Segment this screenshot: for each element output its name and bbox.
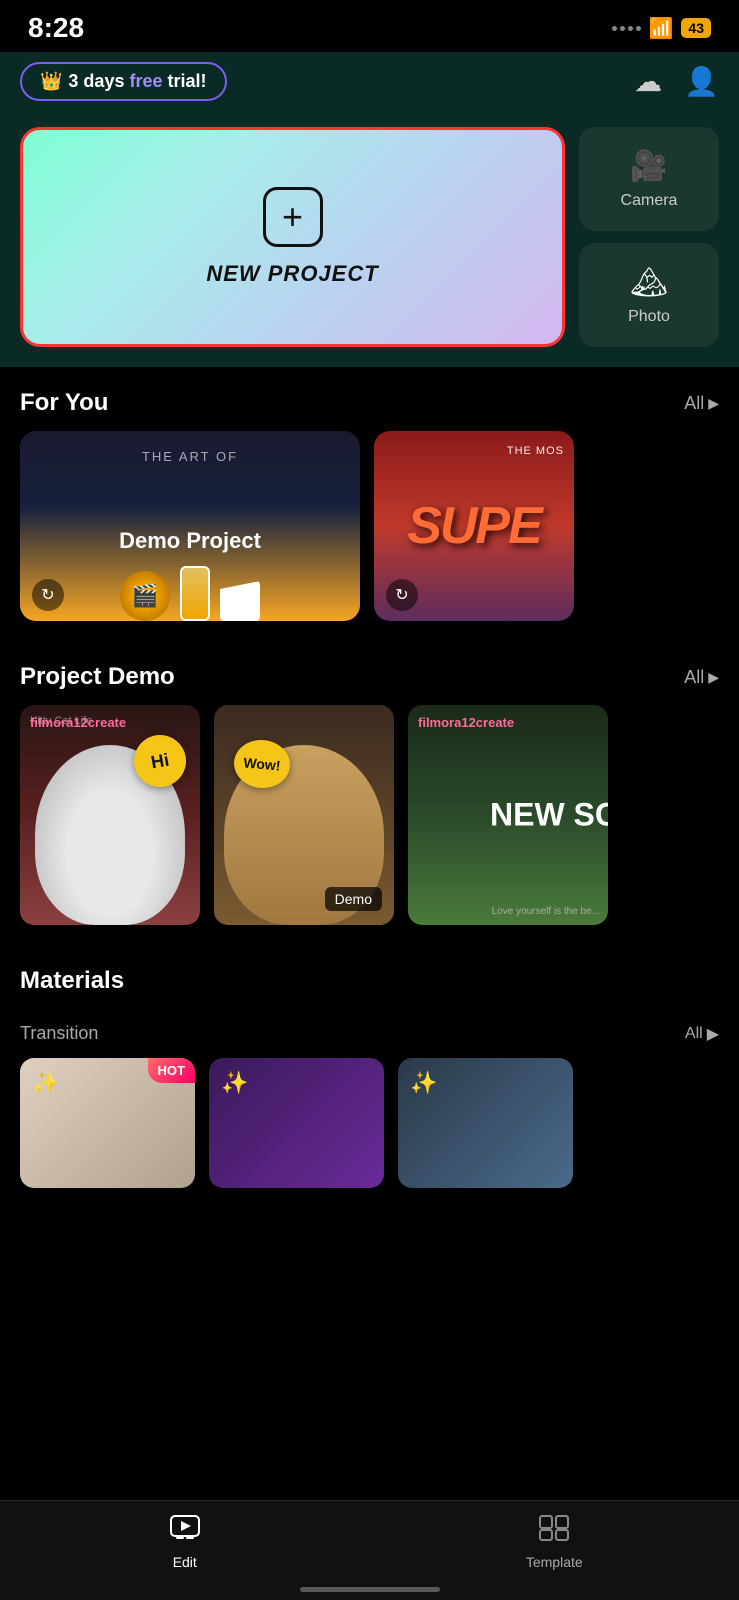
hot-badge: HOT: [148, 1058, 195, 1083]
project-demo-title: Project Demo: [20, 663, 175, 691]
phone-element: [180, 566, 210, 621]
new-project-label: NEW PROJECT: [206, 261, 378, 287]
love-label: Love yourself is the be...: [492, 906, 600, 917]
home-indicator: [300, 1587, 440, 1592]
arrow-icon: ▶: [708, 395, 719, 412]
film-reel-icon: 🎬: [120, 571, 170, 621]
status-time: 8:28: [28, 12, 84, 44]
main-content: + NEW PROJECT 🎥 Camera 🏔 Photo: [0, 113, 739, 367]
arrow-icon-2: ▶: [708, 669, 719, 686]
project-demo-section: Project Demo All ▶ Kitty Cat Life filmor…: [0, 641, 739, 925]
battery-indicator: 43: [681, 18, 711, 38]
new-sc-text: NEW SC: [490, 797, 608, 834]
status-bar: 8:28 📶 43: [0, 0, 739, 52]
photo-icon: 🏔: [630, 265, 668, 300]
super-text: SUPE: [407, 496, 541, 556]
transition-icon-1: ✨: [32, 1070, 59, 1096]
transition-scroll: ✨ HOT ✨ ✨: [20, 1058, 719, 1188]
replay-icon: ↻: [41, 585, 54, 605]
replay-icon-2: ↻: [395, 585, 408, 605]
project-card-3[interactable]: filmora12create NEW SC Love yourself is …: [408, 705, 608, 925]
transition-card-1[interactable]: ✨ HOT: [20, 1058, 195, 1188]
for-you-header: For You All ▶: [20, 389, 719, 417]
project-card-1[interactable]: Kitty Cat Life filmora12create Hi: [20, 705, 200, 925]
for-you-section: For You All ▶ THE ART OF Demo Project 🎬 …: [0, 367, 739, 621]
project-demo-all-button[interactable]: All ▶: [684, 667, 719, 688]
new-project-button[interactable]: + NEW PROJECT: [20, 127, 565, 347]
template-nav-icon: [539, 1515, 569, 1548]
transition-icon-2: ✨: [221, 1070, 248, 1096]
wifi-icon: 📶: [649, 16, 674, 41]
materials-header: Materials: [20, 967, 719, 1009]
replay-button-2[interactable]: ↻: [386, 579, 418, 611]
filmora-watermark-1: filmora12create: [30, 715, 126, 730]
trial-text: 3 days free trial!: [68, 71, 206, 92]
card-subtitle: THE ART OF: [142, 449, 238, 464]
template-nav-label: Template: [526, 1554, 583, 1570]
project-demo-scroll: Kitty Cat Life filmora12create Hi Wow! D…: [20, 705, 719, 925]
materials-section: Materials Transition All ▶ ✨ HOT ✨ ✨: [0, 945, 739, 1188]
nav-edit[interactable]: Edit: [0, 1515, 370, 1570]
nav-template[interactable]: Template: [370, 1515, 739, 1570]
user-icon[interactable]: 👤: [684, 65, 719, 98]
app-header: 👑 3 days free trial! ☁ 👤: [0, 52, 739, 113]
replay-button-1[interactable]: ↻: [32, 579, 64, 611]
camera-label: Camera: [621, 192, 678, 210]
plus-icon: +: [263, 187, 323, 247]
photo-label: Photo: [628, 308, 670, 326]
header-icons: ☁ 👤: [634, 65, 719, 98]
free-word: free: [129, 71, 162, 91]
edit-nav-label: Edit: [173, 1554, 197, 1570]
materials-title: Materials: [20, 967, 124, 995]
for-you-all-button[interactable]: All ▶: [684, 393, 719, 414]
transition-label: Transition: [20, 1023, 98, 1044]
card-visual: 🎬: [20, 521, 360, 621]
edit-nav-icon: [170, 1515, 200, 1548]
clap-icon: [220, 581, 260, 621]
for-you-card-1[interactable]: THE ART OF Demo Project 🎬 ↻: [20, 431, 360, 621]
photo-button[interactable]: 🏔 Photo: [579, 243, 719, 347]
for-you-scroll: THE ART OF Demo Project 🎬 ↻ THE MOS SUPE…: [20, 431, 719, 621]
transition-card-2[interactable]: ✨: [209, 1058, 384, 1188]
status-icons: 📶 43: [612, 16, 711, 41]
transition-icon-3: ✨: [410, 1070, 437, 1096]
quick-actions: 🎥 Camera 🏔 Photo: [579, 127, 719, 347]
for-you-title: For You: [20, 389, 108, 417]
demo-badge: Demo: [325, 887, 382, 911]
cloud-icon[interactable]: ☁: [634, 65, 662, 98]
crown-icon: 👑: [40, 71, 62, 92]
transition-card-3[interactable]: ✨: [398, 1058, 573, 1188]
project-card-2[interactable]: Wow! Demo: [214, 705, 394, 925]
transition-header: Transition All ▶: [20, 1023, 719, 1044]
arrow-icon-3: ▶: [707, 1024, 719, 1044]
trial-badge[interactable]: 👑 3 days free trial!: [20, 62, 227, 101]
project-demo-header: Project Demo All ▶: [20, 663, 719, 691]
camera-icon: 🎥: [630, 149, 667, 184]
filmora-watermark-2: filmora12create: [418, 715, 514, 730]
transition-all-button[interactable]: All ▶: [685, 1024, 719, 1044]
bottom-nav: Edit Template: [0, 1500, 739, 1600]
signal-icon: [612, 26, 641, 31]
camera-button[interactable]: 🎥 Camera: [579, 127, 719, 231]
card-top-label: THE MOS: [507, 445, 564, 457]
top-row: + NEW PROJECT 🎥 Camera 🏔 Photo: [20, 127, 719, 367]
for-you-card-2[interactable]: THE MOS SUPE ↻: [374, 431, 574, 621]
